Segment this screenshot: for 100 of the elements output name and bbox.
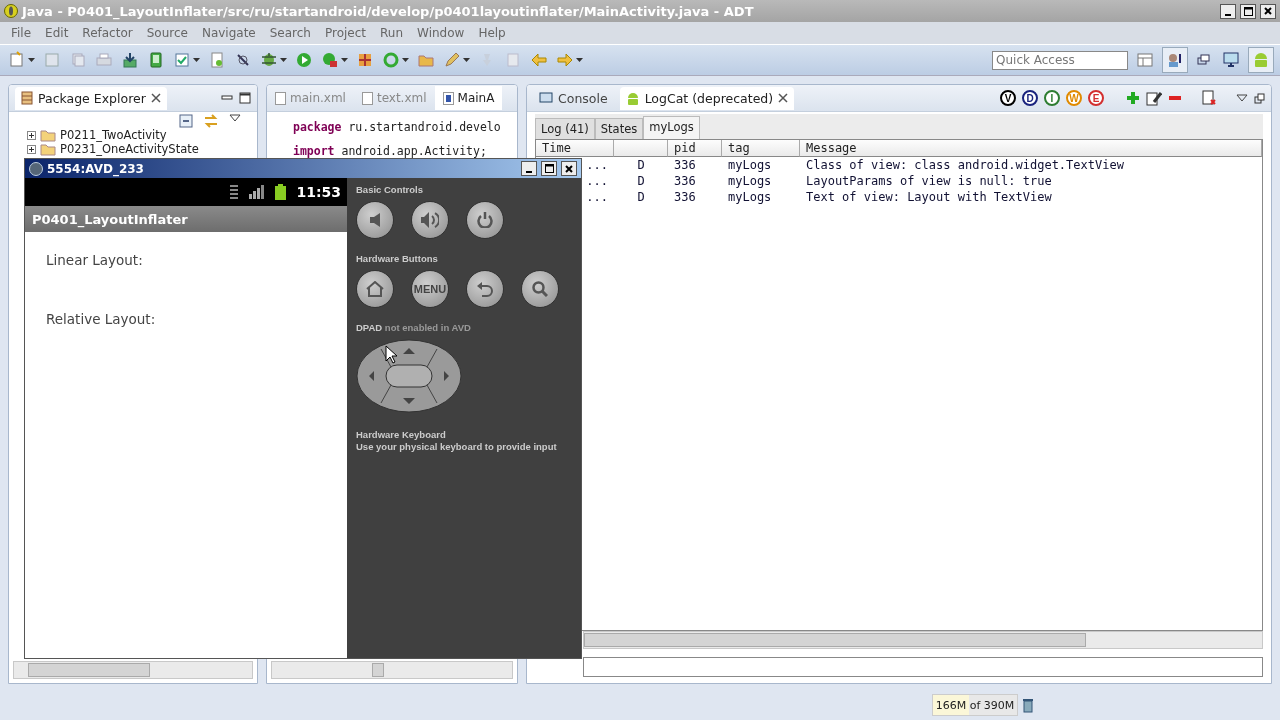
caret-icon[interactable]	[193, 58, 200, 62]
menu-item[interactable]: File	[4, 24, 39, 42]
volume-down-button[interactable]	[356, 201, 394, 239]
search-icon	[532, 281, 548, 297]
dpad-note: not enabled in AVD	[384, 322, 471, 333]
log-level-button[interactable]: E	[1088, 90, 1104, 106]
menu-item[interactable]: Source	[139, 24, 195, 42]
add-icon[interactable]	[1126, 91, 1140, 105]
table-cell-text: Text of view: Layout with TextView	[805, 189, 1053, 205]
trash-icon[interactable]	[1022, 697, 1034, 713]
package-explorer-tab[interactable]: Package Explorer	[15, 86, 167, 110]
file-icon	[275, 91, 286, 105]
java-perspective-icon[interactable]	[1166, 51, 1184, 69]
grid-icon[interactable]	[356, 51, 374, 69]
view-tab[interactable]: Console	[533, 86, 614, 110]
maximize-icon	[544, 164, 554, 173]
dpad-drawing[interactable]	[356, 339, 462, 413]
menu-item[interactable]: Run	[373, 24, 411, 42]
restore-icon[interactable]	[1196, 53, 1210, 67]
open-perspective-icon[interactable]	[1136, 51, 1154, 69]
code-line: package ru.startandroid.develo	[293, 120, 502, 134]
close-icon[interactable]	[150, 93, 161, 103]
back-icon	[477, 281, 493, 297]
power-button[interactable]	[466, 201, 504, 239]
column-header[interactable]: Time	[536, 140, 614, 157]
device-icon[interactable]	[147, 51, 165, 69]
heap-status[interactable]: 166M of 390M	[932, 694, 1018, 716]
project-tree-item[interactable]: P0231_OneActivityState	[60, 142, 199, 156]
caret-icon[interactable]	[280, 58, 287, 62]
maximize-button[interactable]	[541, 161, 557, 176]
table-cell-text: Class of view: class android.widget.TextView	[805, 157, 1125, 173]
menu-item[interactable]: Window	[410, 24, 472, 42]
checkbox-icon[interactable]	[173, 51, 191, 69]
download-icon[interactable]	[121, 51, 139, 69]
column-header[interactable]: Message	[800, 140, 1262, 157]
restore-icon[interactable]	[1254, 92, 1265, 104]
view-tab[interactable]: LogCat (deprecated)	[619, 86, 795, 110]
table-cell-text: myLogs	[727, 173, 773, 189]
minimize-icon	[525, 171, 533, 173]
collapse-all-icon[interactable]	[179, 114, 193, 128]
expand-icon[interactable]	[27, 144, 36, 154]
log-level-button[interactable]: V	[1000, 90, 1016, 106]
column-header[interactable]: pid	[668, 140, 722, 157]
view-menu-icon[interactable]	[1236, 94, 1248, 102]
table-cell-text: 336	[673, 157, 697, 173]
column-header[interactable]	[614, 140, 668, 157]
menu-item[interactable]: Edit	[38, 24, 76, 42]
editor-tab[interactable]: MainA	[434, 86, 503, 110]
monitor-icon[interactable]	[1222, 51, 1240, 69]
back-button[interactable]	[466, 270, 504, 308]
run-tool-icon[interactable]	[321, 51, 339, 69]
quick-access-field[interactable]: Quick Access	[992, 50, 1128, 70]
close-button[interactable]	[561, 161, 577, 176]
close-button[interactable]	[1260, 3, 1276, 19]
close-icon	[565, 164, 573, 173]
menu-item[interactable]: Search	[262, 24, 318, 42]
battery-icon	[275, 184, 287, 200]
layout-label: Linear Layout:	[46, 252, 144, 268]
clear-log-icon[interactable]	[1202, 90, 1216, 106]
menu-item[interactable]: Project	[317, 24, 374, 42]
file-icon	[361, 91, 373, 105]
view-menu-icon[interactable]	[229, 114, 241, 122]
home-button[interactable]	[356, 270, 394, 308]
caret-icon[interactable]	[463, 58, 470, 62]
caret-icon[interactable]	[28, 58, 35, 62]
menu-item[interactable]: Help	[471, 24, 513, 42]
minimize-button[interactable]	[1220, 3, 1236, 19]
app-logo-icon	[4, 4, 18, 18]
menu-item[interactable]: Refactor	[75, 24, 140, 42]
caret-icon[interactable]	[576, 58, 583, 62]
search-button[interactable]	[521, 270, 559, 308]
table-cell-text: ...	[585, 173, 609, 189]
expand-icon[interactable]	[27, 130, 36, 140]
table-cell-text: ...	[585, 157, 609, 173]
minimize-button[interactable]	[521, 161, 537, 176]
filter-tab[interactable]: myLogs	[643, 116, 700, 139]
maximize-icon[interactable]	[239, 92, 251, 104]
caret-icon[interactable]	[341, 58, 348, 62]
close-icon	[1264, 7, 1272, 15]
menu-item[interactable]: Navigate	[194, 24, 263, 42]
menu-button[interactable]: MENU	[411, 270, 449, 308]
play-icon[interactable]	[295, 51, 313, 69]
horizontal-scrollbar[interactable]	[583, 631, 1263, 649]
column-header[interactable]: tag	[722, 140, 800, 157]
log-level-button[interactable]: I	[1044, 90, 1060, 106]
close-icon[interactable]	[778, 93, 789, 103]
caret-icon[interactable]	[402, 58, 409, 62]
log-level-button[interactable]: D	[1022, 90, 1038, 106]
log-input-field[interactable]	[583, 657, 1263, 677]
filter-tab[interactable]: Log (41)	[535, 118, 595, 139]
volume-up-button[interactable]	[411, 201, 449, 239]
horizontal-scrollbar[interactable]	[271, 661, 513, 679]
project-tree-item[interactable]: P0211_TwoActivity	[60, 128, 167, 142]
power-icon	[477, 212, 493, 228]
table-cell-text: ...	[585, 189, 609, 205]
horizontal-scrollbar[interactable]	[13, 661, 253, 679]
edit-icon[interactable]	[1146, 90, 1162, 106]
filter-tab[interactable]: States	[594, 118, 644, 139]
maximize-button[interactable]	[1240, 3, 1256, 19]
minimize-icon[interactable]	[221, 93, 233, 103]
